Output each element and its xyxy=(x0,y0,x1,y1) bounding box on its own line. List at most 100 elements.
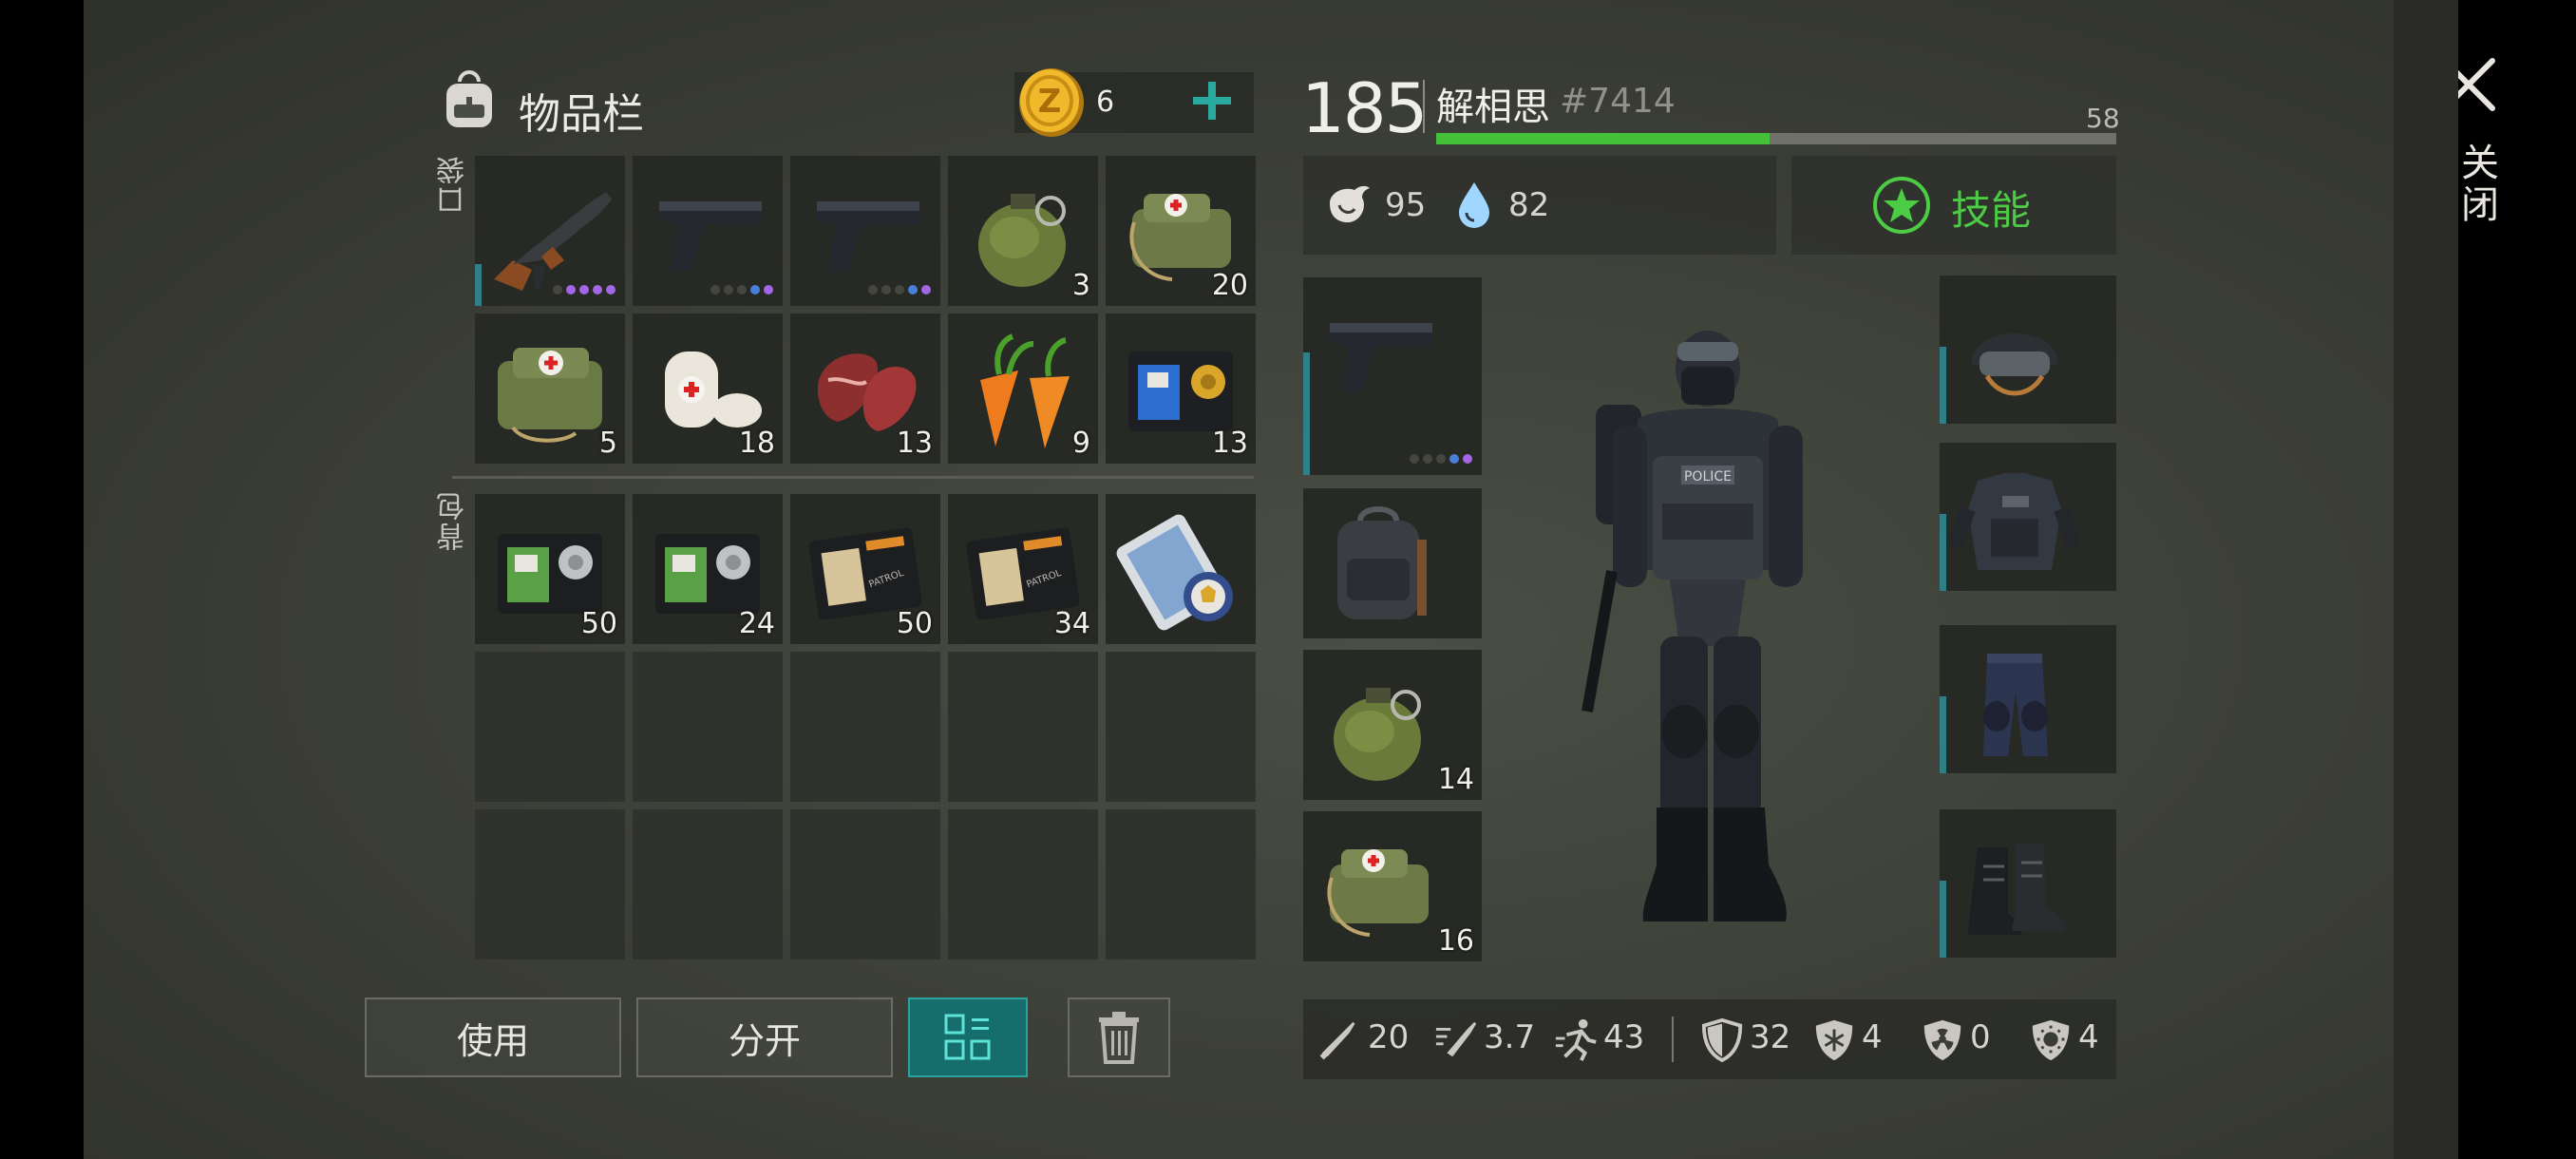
star-badge-icon xyxy=(1873,177,1930,234)
svg-text:POLICE: POLICE xyxy=(1684,469,1732,484)
radiation-resistance-icon xyxy=(1923,1019,1961,1061)
rarity-dot xyxy=(566,285,576,294)
inventory-slot[interactable]: 14 xyxy=(1303,650,1482,800)
inventory-slot[interactable]: 20 xyxy=(1106,156,1256,306)
inventory-slot[interactable] xyxy=(1940,276,2116,424)
skills-label: 技能 xyxy=(1951,187,2032,234)
stat-value: 43 xyxy=(1603,1018,1645,1056)
empty-inventory-slot[interactable] xyxy=(1106,809,1256,960)
empty-inventory-slot[interactable] xyxy=(948,652,1098,802)
melee-damage-icon xyxy=(1319,1021,1355,1060)
delete-button[interactable] xyxy=(1068,998,1170,1077)
grenade-icon xyxy=(1334,688,1421,781)
split-button[interactable]: 分开 xyxy=(636,998,893,1077)
empty-inventory-slot[interactable] xyxy=(633,809,783,960)
inventory-slot[interactable]: 13 xyxy=(1106,314,1256,464)
item-quantity: 9 xyxy=(1071,427,1090,460)
medkit-bag-icon xyxy=(1327,849,1429,937)
durability-bar xyxy=(1303,352,1310,475)
inventory-slot[interactable]: 50 xyxy=(475,494,625,644)
inventory-slot[interactable]: PATROL 34 xyxy=(948,494,1098,644)
inventory-slot[interactable]: 5 xyxy=(475,314,625,464)
combat-boots-icon xyxy=(1968,844,2066,935)
inventory-slot[interactable] xyxy=(633,156,783,306)
sort-button[interactable] xyxy=(908,998,1028,1077)
inventory-slot[interactable]: 18 xyxy=(633,314,783,464)
police-vest-icon xyxy=(1949,473,2080,570)
level-separator xyxy=(1423,80,1425,133)
stat-value: 3.7 xyxy=(1484,1018,1536,1056)
game-screen: 物品栏 Z 6 口袋 背包 使用 分开 185 解相思 #7414 58 95 … xyxy=(84,0,2498,1159)
add-coins-button[interactable] xyxy=(1191,80,1233,122)
inventory-slot[interactable] xyxy=(1940,443,2116,591)
rarity-dot xyxy=(868,285,878,294)
z-coin-icon: Z xyxy=(1019,68,1084,137)
durability-bar xyxy=(475,264,482,306)
thirst-value: 82 xyxy=(1508,186,1550,224)
rarity-dot xyxy=(553,285,562,294)
hunger-value: 95 xyxy=(1385,186,1427,224)
cold-resistance-icon xyxy=(1815,1019,1853,1061)
inventory-slot[interactable] xyxy=(1940,809,2116,958)
pistol-icon xyxy=(1330,323,1432,393)
inventory-slot[interactable]: 24 xyxy=(633,494,783,644)
inventory-slot[interactable]: 3 xyxy=(948,156,1098,306)
ak47-icon xyxy=(494,192,612,291)
empty-inventory-slot[interactable] xyxy=(790,809,940,960)
stat-value: 20 xyxy=(1368,1018,1410,1056)
item-quantity: 14 xyxy=(1437,763,1474,796)
player-character: POLICE xyxy=(1582,331,1803,922)
inventory-slot[interactable]: 9 xyxy=(948,314,1098,464)
rarity-dot xyxy=(1463,454,1472,464)
inventory-slot[interactable] xyxy=(1106,494,1256,644)
carrot-icon xyxy=(980,333,1070,448)
empty-inventory-slot[interactable] xyxy=(1106,652,1256,802)
coin-count: 6 xyxy=(1096,86,1115,119)
rarity-dot xyxy=(1423,454,1432,464)
stat-value: 4 xyxy=(2078,1018,2099,1056)
inventory-slot[interactable]: 13 xyxy=(790,314,940,464)
stats-separator xyxy=(1672,1016,1674,1062)
item-quantity: 20 xyxy=(1211,269,1248,302)
item-quantity: 18 xyxy=(738,427,775,460)
inventory-slot[interactable] xyxy=(1303,277,1482,475)
inventory-slot[interactable] xyxy=(1303,488,1482,638)
inventory-slot[interactable] xyxy=(790,156,940,306)
stats-bar: 20 3.7 43 32 4 0 4 xyxy=(1303,999,2116,1079)
empty-inventory-slot[interactable] xyxy=(790,652,940,802)
item-quantity: 13 xyxy=(1211,427,1248,460)
first-aid-kit-icon xyxy=(498,348,602,443)
item-quantity: 50 xyxy=(896,607,933,640)
empty-inventory-slot[interactable] xyxy=(475,652,625,802)
rarity-dots xyxy=(710,285,773,296)
stat-value: 32 xyxy=(1750,1018,1791,1056)
pistol-icon xyxy=(659,201,762,272)
item-quantity: 5 xyxy=(598,427,617,460)
durability-bar xyxy=(1940,881,1946,958)
inventory-slot[interactable]: 16 xyxy=(1303,811,1482,961)
inventory-slot[interactable]: PATROL 50 xyxy=(790,494,940,644)
water-drop-icon xyxy=(1459,182,1489,228)
item-quantity: 3 xyxy=(1071,269,1090,302)
empty-inventory-slot[interactable] xyxy=(948,809,1098,960)
rarity-dot xyxy=(737,285,747,294)
attack-speed-icon xyxy=(1435,1021,1477,1057)
rarity-dot xyxy=(1436,454,1446,464)
rarity-dot xyxy=(606,285,616,294)
rarity-dot xyxy=(764,285,773,294)
rarity-dot xyxy=(1449,454,1459,464)
durability-bar xyxy=(1940,514,1946,591)
pocket-label: 口袋 xyxy=(437,154,470,215)
inventory-slot[interactable] xyxy=(1940,625,2116,773)
empty-inventory-slot[interactable] xyxy=(633,652,783,802)
empty-inventory-slot[interactable] xyxy=(475,809,625,960)
police-blueprint-icon xyxy=(1116,514,1233,631)
inventory-slot[interactable] xyxy=(475,156,625,306)
use-button[interactable]: 使用 xyxy=(365,998,621,1077)
survival-status: 95 82 xyxy=(1303,156,1776,255)
xp-bar xyxy=(1436,133,2116,144)
screen-edge xyxy=(2394,0,2458,1159)
item-quantity: 13 xyxy=(896,427,933,460)
player-tag: #7414 xyxy=(1560,82,1676,121)
skills-button[interactable]: 技能 xyxy=(1791,156,2116,255)
